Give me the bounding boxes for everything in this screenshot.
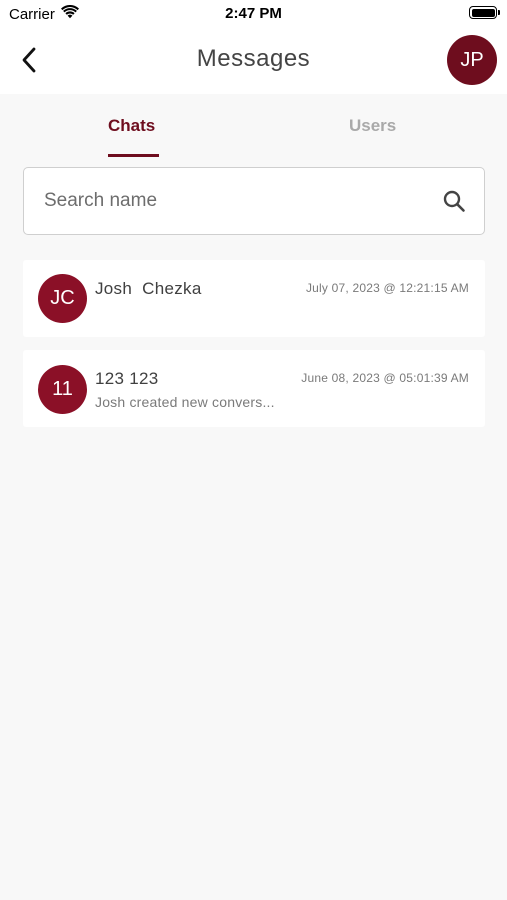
page-title: Messages xyxy=(196,45,311,72)
chat-preview: Josh created new convers... xyxy=(95,394,275,410)
search-box xyxy=(23,167,485,235)
chat-avatar: JC xyxy=(38,274,87,323)
profile-avatar[interactable]: JP xyxy=(447,35,497,85)
header: Messages JP xyxy=(0,28,507,94)
tab-bar: Chats Users xyxy=(0,94,507,158)
chat-avatar-initials: JC xyxy=(50,287,75,309)
chat-list-item[interactable]: 11 123 123 June 08, 2023 @ 05:01:39 AM J… xyxy=(23,350,485,427)
search-input[interactable] xyxy=(44,168,434,234)
messages-screen: Carrier 2:47 PM Messages JP Chats Users … xyxy=(0,0,507,900)
active-tab-indicator xyxy=(108,154,159,157)
status-bar: Carrier 2:47 PM xyxy=(0,0,507,28)
tab-users[interactable]: Users xyxy=(349,116,396,136)
chat-list-item[interactable]: JC Josh Chezka July 07, 2023 @ 12:21:15 … xyxy=(23,260,485,337)
search-icon[interactable] xyxy=(442,189,466,213)
chat-timestamp: July 07, 2023 @ 12:21:15 AM xyxy=(305,281,469,295)
chat-avatar-initials: 11 xyxy=(52,378,73,400)
status-right xyxy=(469,6,500,19)
chat-avatar: 11 xyxy=(38,365,87,414)
profile-initials: JP xyxy=(460,48,484,71)
status-time: 2:47 PM xyxy=(225,5,282,22)
tab-chats[interactable]: Chats xyxy=(108,116,155,136)
battery-icon xyxy=(469,6,500,19)
chat-name: Josh Chezka xyxy=(95,279,202,298)
chat-name: 123 123 xyxy=(95,369,159,388)
chat-timestamp: June 08, 2023 @ 05:01:39 AM xyxy=(301,371,469,385)
